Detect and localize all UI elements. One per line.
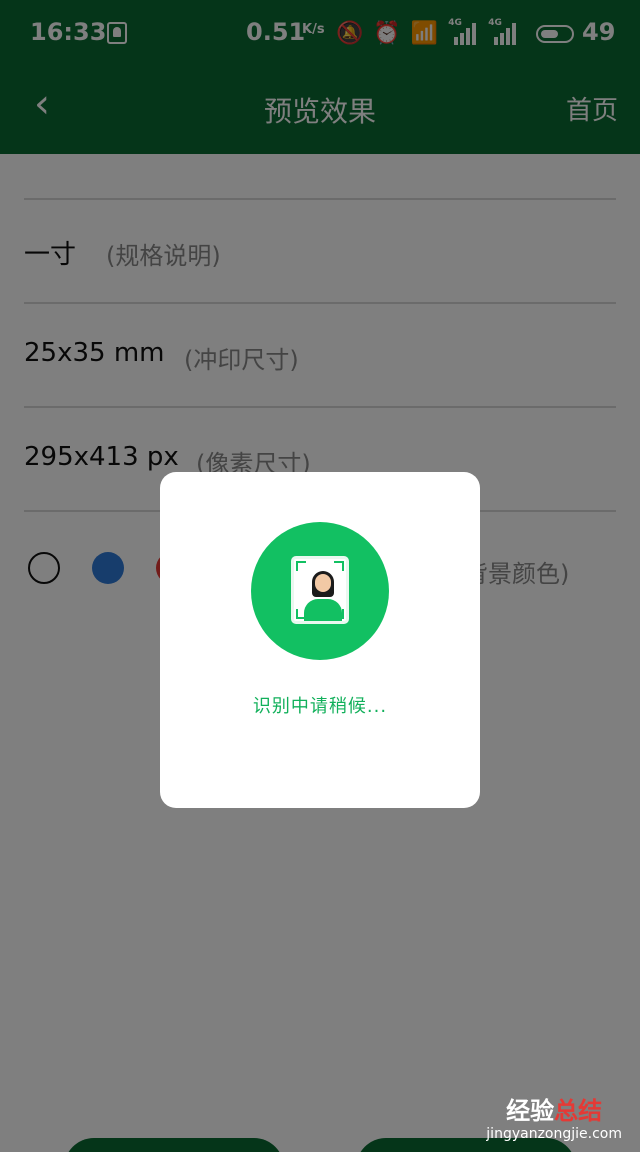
- watermark-url: jingyanzongjie.com: [486, 1126, 622, 1142]
- loading-message: 识别中请稍候...: [252, 696, 388, 717]
- watermark: 经验总结 jingyanzongjie.com: [486, 1091, 622, 1142]
- loading-dialog: 识别中请稍候...: [160, 472, 480, 808]
- watermark-text-b: 总结: [554, 1097, 603, 1125]
- watermark-text-a: 经验: [506, 1097, 555, 1125]
- id-photo-icon: [291, 556, 349, 624]
- id-photo-icon-circle: [251, 522, 389, 660]
